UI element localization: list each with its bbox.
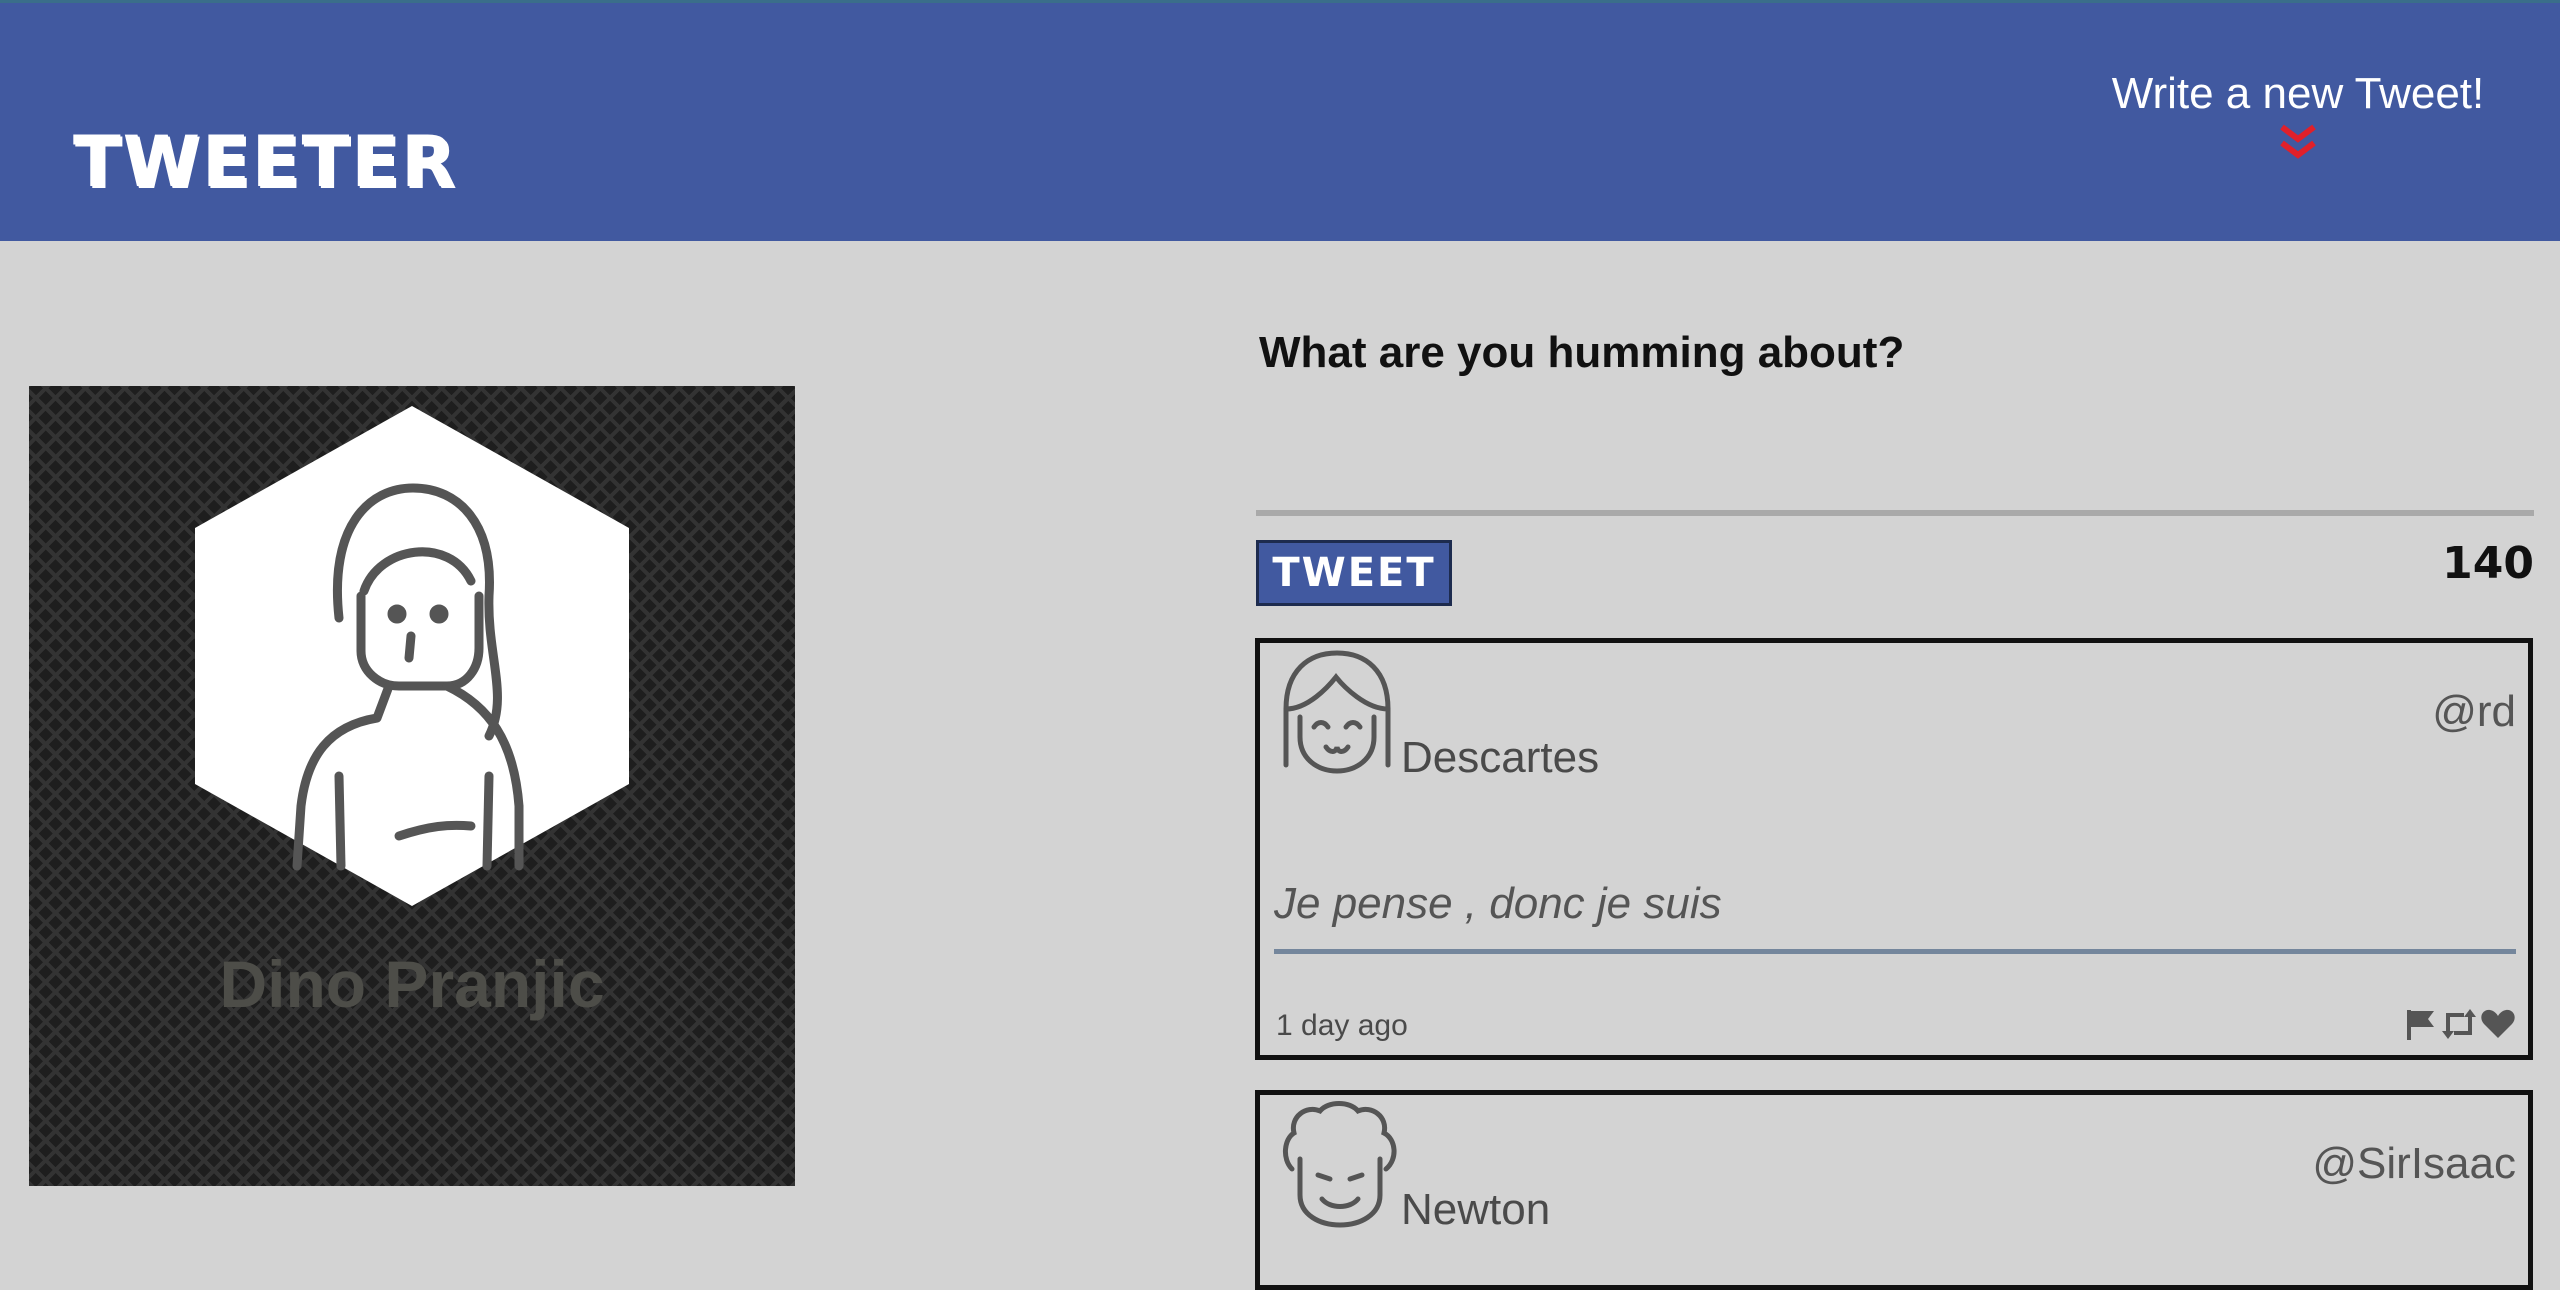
tweet-avatar [1283, 650, 1391, 774]
profile-avatar [195, 406, 629, 906]
tweet-card: Newton @SirIsaac [1255, 1090, 2533, 1290]
double-chevron-down-icon[interactable] [2278, 123, 2318, 161]
tweet-author-handle[interactable]: @SirIsaac [2312, 1139, 2516, 1189]
char-counter: 140 [2442, 538, 2534, 589]
brand-logo: TWEETER [73, 121, 458, 203]
composer-prompt: What are you humming about? [1259, 328, 1905, 377]
tweet-button[interactable]: TWEET [1256, 540, 1452, 606]
tweet-author-handle[interactable]: @rd [2432, 687, 2516, 737]
tweet-author-name: Descartes [1401, 733, 1600, 782]
tweet-author-name: Newton [1401, 1185, 1551, 1234]
tweet-avatar [1283, 1101, 1397, 1228]
tweet-timestamp: 1 day ago [1276, 1009, 1408, 1042]
compose-toggle-label: Write a new Tweet! [2111, 69, 2485, 118]
tweet-card: Descartes @rd Je pense , donc je suis 1 … [1255, 638, 2533, 1060]
tweet-actions [2404, 1007, 2516, 1046]
retweet-icon[interactable] [2440, 1007, 2478, 1046]
profile-card: Dino Pranjic [29, 386, 795, 1186]
heart-icon[interactable] [2480, 1007, 2516, 1046]
tweet-content: Je pense , donc je suis [1274, 879, 2516, 954]
tweet-textarea[interactable] [1256, 408, 2534, 516]
profile-name: Dino Pranjic [219, 947, 605, 1021]
tweet-composer: What are you humming about? TWEET 140 [1256, 328, 2534, 606]
flag-icon[interactable] [2404, 1007, 2438, 1046]
compose-toggle[interactable]: Write a new Tweet! [2108, 69, 2488, 161]
top-nav: TWEETER Write a new Tweet! [0, 0, 2560, 241]
